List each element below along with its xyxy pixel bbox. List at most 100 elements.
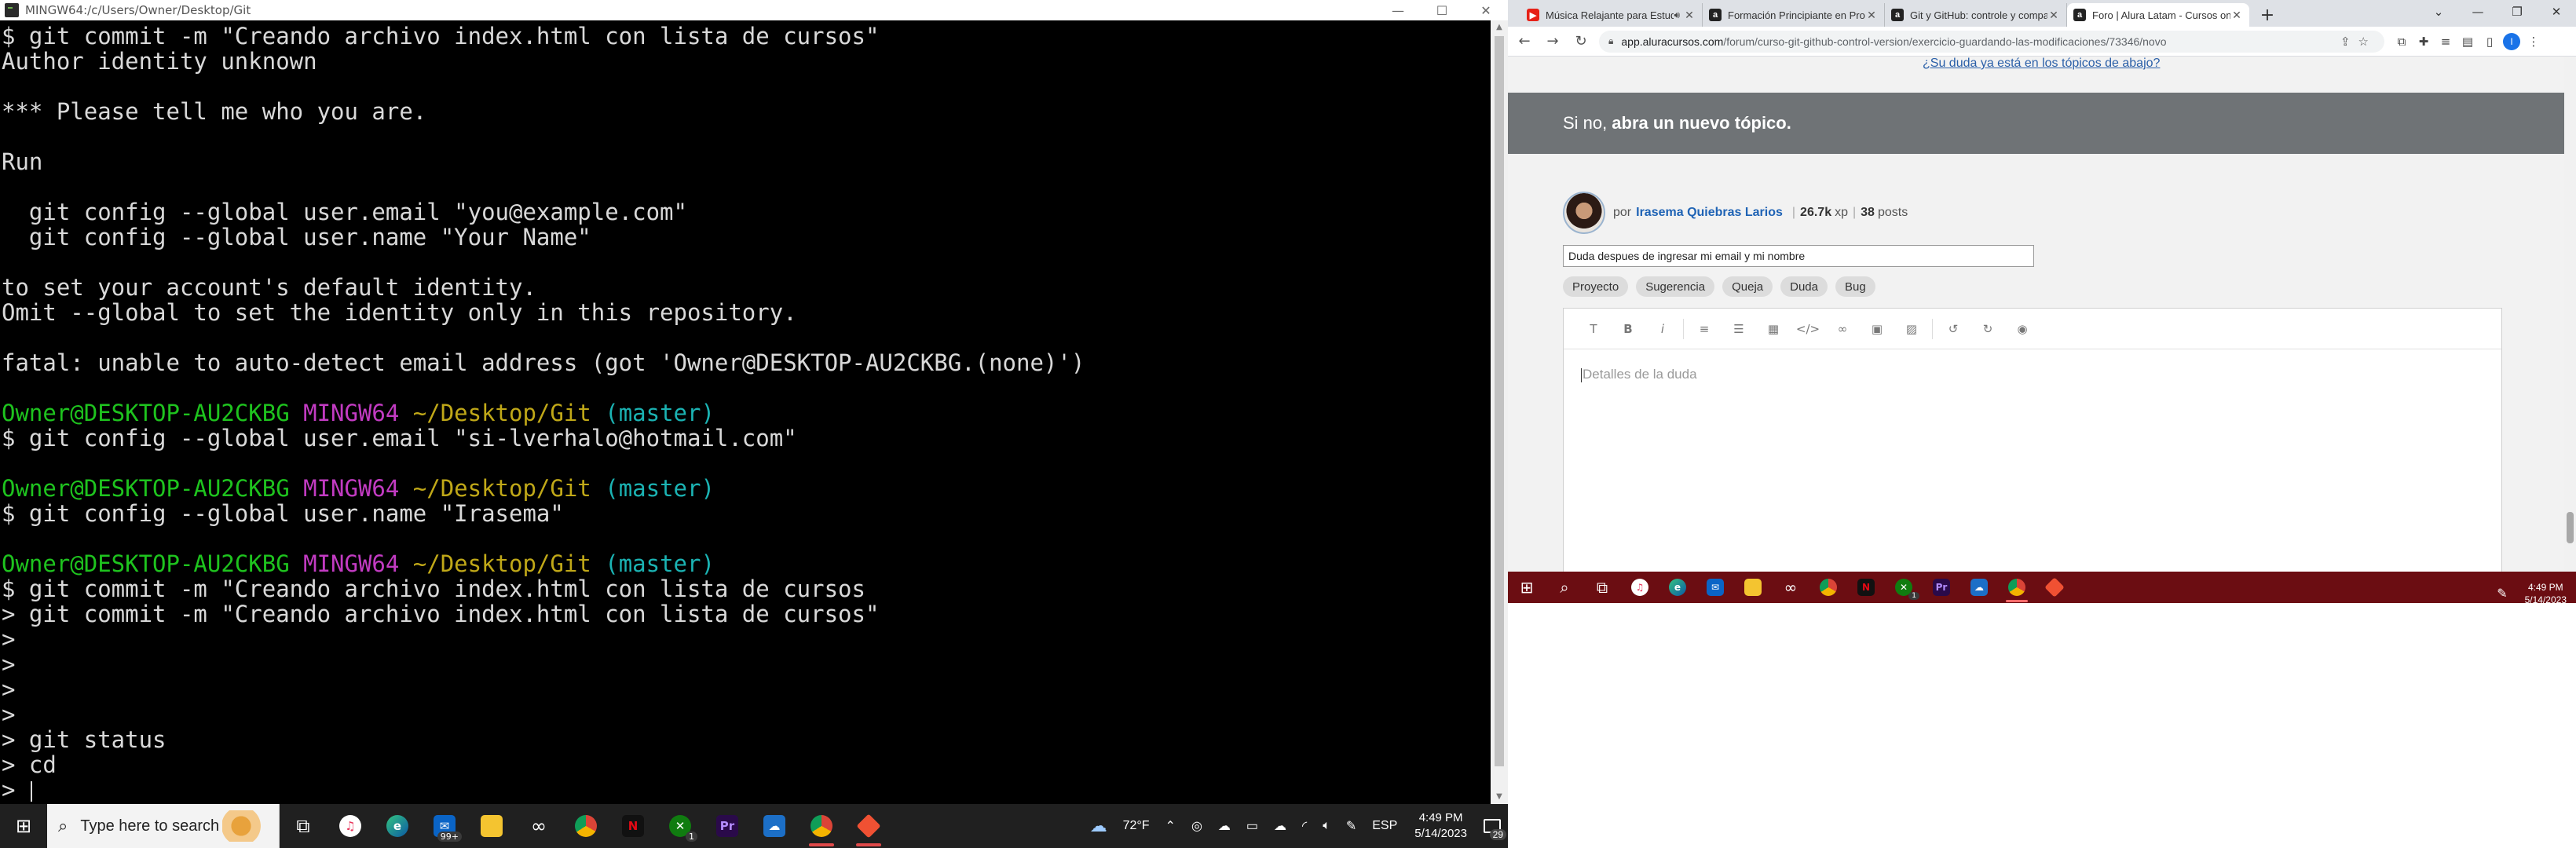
task-view-button[interactable]: ⧉ (1583, 572, 1621, 603)
heading-icon[interactable]: T (1576, 317, 1611, 341)
taskbar-itunes[interactable]: ♫ (327, 804, 374, 848)
category-tag[interactable]: Sugerencia (1636, 276, 1715, 297)
scroll-down-icon[interactable]: ▼ (1491, 790, 1508, 804)
taskbar-netflix[interactable]: N (1847, 572, 1885, 603)
wifi-icon[interactable]: ◜ (1302, 818, 1307, 834)
scrollbar-thumb[interactable] (1495, 36, 1504, 766)
extension-icon[interactable]: ⧉ (2391, 31, 2413, 53)
tab-search-icon[interactable]: ⌄ (2419, 0, 2458, 24)
avatar[interactable] (1563, 192, 1605, 234)
image-upload-icon[interactable]: ▨ (1894, 317, 1929, 341)
media-icon[interactable]: ≡ (2435, 31, 2457, 53)
page-scrollbar[interactable] (2564, 57, 2576, 572)
taskbar-infinity[interactable]: ∞ (515, 804, 562, 848)
onedrive-icon[interactable]: ☁ (1218, 818, 1231, 834)
taskbar-xbox[interactable]: ✕ 1 (1885, 572, 1923, 603)
scroll-up-icon[interactable]: ▲ (1491, 20, 1508, 35)
taskbar-edge[interactable]: e (374, 804, 421, 848)
ordered-list-icon[interactable]: ≡ (1687, 317, 1722, 341)
close-tab-icon[interactable]: ✕ (1865, 9, 1878, 22)
close-tab-icon[interactable]: ✕ (2230, 9, 2243, 22)
taskbar-mail[interactable]: ✉ (1696, 572, 1734, 603)
cloud-sync-icon[interactable]: ☁ (1274, 818, 1286, 834)
category-tag[interactable]: Duda (1780, 276, 1828, 297)
topic-title-input[interactable]: Duda despues de ingresar mi email y mi n… (1563, 245, 2034, 267)
start-button[interactable]: ⊞ (1508, 572, 1546, 603)
taskbar-chrome[interactable] (562, 804, 609, 848)
taskbar-chrome-active[interactable] (1998, 572, 2036, 603)
taskbar-edge[interactable]: e (1659, 572, 1696, 603)
profile-button[interactable]: I (2501, 31, 2523, 53)
taskbar-xbox[interactable]: ✕ 1 (657, 804, 704, 848)
taskbar-itunes[interactable]: ♫ (1621, 572, 1659, 603)
terminal-scrollbar[interactable]: ▲ ▼ (1491, 20, 1508, 804)
language-indicator[interactable]: ESP (1372, 819, 1397, 833)
browser-minimize-button[interactable]: — (2458, 0, 2497, 24)
link-icon[interactable]: ∞ (1825, 317, 1860, 341)
clock[interactable]: 4:49 PM 5/14/2023 (1414, 810, 1467, 842)
pen-icon[interactable]: ✎ (2497, 586, 2507, 601)
close-button[interactable]: ✕ (1464, 0, 1508, 20)
image-icon[interactable]: ▣ (1860, 317, 1894, 341)
markdown-editor[interactable]: T B i ≡ ☰ ▦ </> ∞ ▣ ▨ ↺ ↻ ◉ Detalles de … (1563, 308, 2502, 572)
code-icon[interactable]: </> (1791, 317, 1825, 341)
browser-tab[interactable]: a Foro | Alura Latam - Cursos online de t… (2067, 3, 2249, 27)
category-tag[interactable]: Queja (1722, 276, 1773, 297)
taskbar-infinity[interactable]: ∞ (1772, 572, 1809, 603)
maximize-button[interactable]: ☐ (1420, 0, 1464, 20)
browser-tab[interactable]: a Git y GitHub: controle y comparta su có… (1885, 3, 2067, 27)
taskbar-app-blue[interactable]: ☁ (1960, 572, 1998, 603)
terminal-output[interactable]: $ git commit -m "Creando archivo index.h… (0, 20, 1491, 804)
speaker-icon[interactable]: 🔊︎ (1674, 9, 1680, 21)
reload-button[interactable]: ↻ (1569, 30, 1593, 53)
preview-eye-icon[interactable]: ◉ (2005, 317, 2040, 341)
close-tab-icon[interactable]: ✕ (1683, 9, 1696, 22)
pen-icon[interactable]: ✎ (1346, 818, 1356, 834)
browser-close-button[interactable]: ✕ (2537, 0, 2576, 24)
reading-list-icon[interactable]: ▤ (2457, 31, 2479, 53)
webcam-icon[interactable]: ◎ (1191, 818, 1202, 834)
browser-maximize-button[interactable]: ❐ (2497, 0, 2537, 24)
editor-textarea[interactable]: Detalles de la duda (1564, 349, 2501, 400)
back-button[interactable]: ← (1513, 30, 1536, 53)
menu-icon[interactable]: ⋮ (2523, 31, 2545, 53)
minimize-button[interactable]: — (1376, 0, 1420, 20)
task-view-button[interactable]: ⧉ (280, 804, 327, 848)
start-button[interactable]: ⊞ (0, 804, 47, 848)
category-tag[interactable]: Bug (1835, 276, 1875, 297)
search-button[interactable]: ⌕ (1546, 572, 1583, 603)
close-tab-icon[interactable]: ✕ (2047, 9, 2060, 22)
browser-tab[interactable]: a Formación Principiante en Programación✕ (1703, 3, 1885, 27)
author-name[interactable]: Irasema Quiebras Larios (1636, 206, 1783, 220)
page-scrollbar-thumb[interactable] (2567, 512, 2574, 543)
chevron-up-icon[interactable]: ⌃ (1165, 818, 1176, 834)
taskbar-git-bash[interactable] (2036, 572, 2073, 603)
taskbar-netflix[interactable]: N (609, 804, 657, 848)
terminal-titlebar[interactable]: MINGW64:/c/Users/Owner/Desktop/Git — ☐ ✕ (0, 0, 1508, 20)
puzzle-icon[interactable]: ✚ (2413, 31, 2435, 53)
volume-icon[interactable]: 🔈︎ (1323, 819, 1330, 833)
forward-button[interactable]: → (1541, 30, 1564, 53)
new-tab-button[interactable]: + (2256, 3, 2279, 27)
taskbar-premiere[interactable]: Pr (704, 804, 751, 848)
existing-topics-link[interactable]: ¿Su duda ya está en los tópicos de abajo… (1923, 57, 2160, 71)
taskbar-app-blue[interactable]: ☁ (751, 804, 798, 848)
taskbar-premiere[interactable]: Pr (1923, 572, 1960, 603)
taskbar-chrome[interactable] (1809, 572, 1847, 603)
sidepanel-icon[interactable]: ▯ (2479, 31, 2501, 53)
weather-temp[interactable]: 72°F (1123, 819, 1150, 833)
browser-tab[interactable]: ▶ Música Relajante para Estudiar 🔊︎ ✕ (1520, 3, 1703, 27)
battery-icon[interactable]: ▭ (1246, 818, 1258, 834)
taskbar-explorer[interactable] (1734, 572, 1772, 603)
taskbar-mail[interactable]: ✉ 99+ (421, 804, 468, 848)
weather-icon[interactable]: ☁ (1090, 816, 1107, 836)
taskbar-chrome-active[interactable] (798, 804, 845, 848)
unordered-list-icon[interactable]: ☰ (1722, 317, 1756, 341)
italic-icon[interactable]: i (1645, 317, 1680, 341)
taskbar-git-bash[interactable] (845, 804, 892, 848)
notification-button[interactable]: 29 (1476, 804, 1508, 848)
taskbar-search[interactable]: ⌕ Type here to search (47, 804, 280, 848)
category-tag[interactable]: Proyecto (1563, 276, 1629, 297)
bold-icon[interactable]: B (1611, 317, 1645, 341)
share-bookmark-icons[interactable]: ⇪☆ (2340, 35, 2377, 49)
